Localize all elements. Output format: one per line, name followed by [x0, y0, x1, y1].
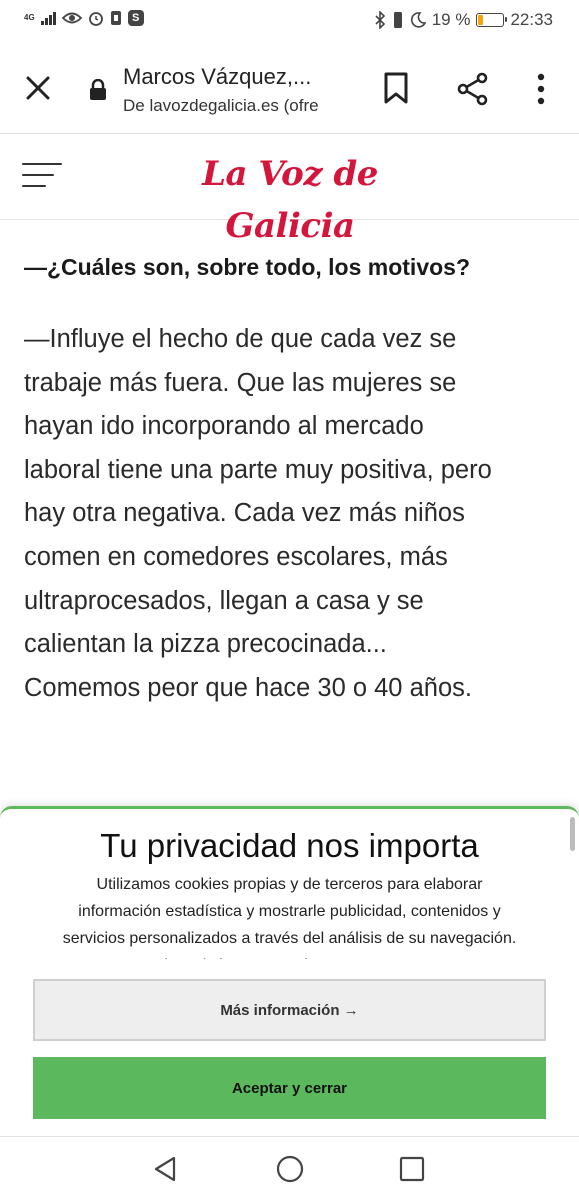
- answer-line: hayan ido incorporando al mercado: [24, 412, 424, 441]
- more-info-button[interactable]: Más información →: [33, 979, 546, 1041]
- cookie-banner: Tu privacidad nos importa Utilizamos coo…: [0, 806, 579, 1136]
- lock-icon: [90, 79, 106, 100]
- browser-toolbar: Marcos Vázquez,... De lavozdegalicia.es …: [0, 44, 579, 134]
- answer-line: Comemos peor que hace 30 o 40 años.: [24, 673, 472, 702]
- cookie-text-cutoff: [0, 959, 579, 977]
- moon-icon: [410, 12, 426, 28]
- clock: 22:33: [510, 10, 553, 29]
- home-icon[interactable]: [275, 1154, 305, 1184]
- interview-question: —¿Cuáles son, sobre todo, los motivos?: [24, 254, 470, 280]
- recents-icon[interactable]: [399, 1156, 425, 1182]
- page-title[interactable]: Marcos Vázquez,...: [123, 64, 353, 90]
- answer-line: comen en comedores escolares, más: [24, 542, 448, 571]
- cookie-text-line: información estadística y mostrarle publ…: [78, 903, 501, 920]
- interview-answer: —Influye el hecho de que cada vez se tra…: [24, 318, 554, 710]
- answer-line: laboral tiene una parte muy positiva, pe…: [24, 455, 492, 484]
- accept-button[interactable]: Aceptar y cerrar: [33, 1057, 546, 1119]
- cookie-text-line: Utilizamos cookies propias y de terceros…: [96, 876, 483, 893]
- page-url[interactable]: De lavozdegalicia.es (ofre: [123, 96, 353, 116]
- status-bar-right: 19 % 22:33: [374, 10, 553, 30]
- site-header: La Voz de Galicia: [0, 134, 579, 246]
- more-vert-icon[interactable]: [530, 72, 552, 106]
- cookie-title: Tu privacidad nos importa: [100, 827, 479, 864]
- answer-line: ultraprocesados, llegan a casa y se: [24, 586, 424, 615]
- eye-icon: [61, 12, 82, 24]
- cookie-text-line: servicios personalizados a través del an…: [62, 930, 517, 947]
- s-app-icon: S: [127, 10, 144, 26]
- close-icon[interactable]: [24, 74, 52, 102]
- status-bar: 4G S 19 % 22:33: [0, 0, 579, 44]
- network-type: 4G: [24, 13, 35, 22]
- bluetooth-icon: [375, 11, 385, 29]
- answer-line: calientan la pizza precocinada...: [24, 630, 387, 659]
- share-icon[interactable]: [456, 72, 490, 106]
- system-nav-bar: [0, 1136, 579, 1200]
- alarm-icon: [88, 12, 103, 26]
- answer-line: trabaje más fuera. Que las mujeres se: [24, 368, 457, 397]
- battery-icon: [476, 13, 508, 27]
- answer-line: —Influye el hecho de que cada vez se: [24, 325, 457, 353]
- site-logo[interactable]: La Voz de Galicia: [150, 148, 430, 246]
- answer-line: hay otra negativa. Cada vez más niños: [24, 499, 465, 528]
- menu-icon[interactable]: [22, 161, 62, 189]
- cookie-text: Utilizamos cookies propias y de terceros…: [30, 871, 549, 961]
- back-icon[interactable]: [152, 1155, 180, 1183]
- signal-icon: [40, 11, 56, 25]
- status-bar-left: 4G S: [24, 10, 144, 26]
- vibrate-icon: [393, 12, 402, 28]
- bookmark-icon[interactable]: [382, 72, 410, 104]
- article-body: —¿Cuáles son, sobre todo, los motivos? —…: [24, 250, 554, 710]
- battery-percent: 19 %: [431, 10, 471, 29]
- sim-icon: [110, 11, 121, 25]
